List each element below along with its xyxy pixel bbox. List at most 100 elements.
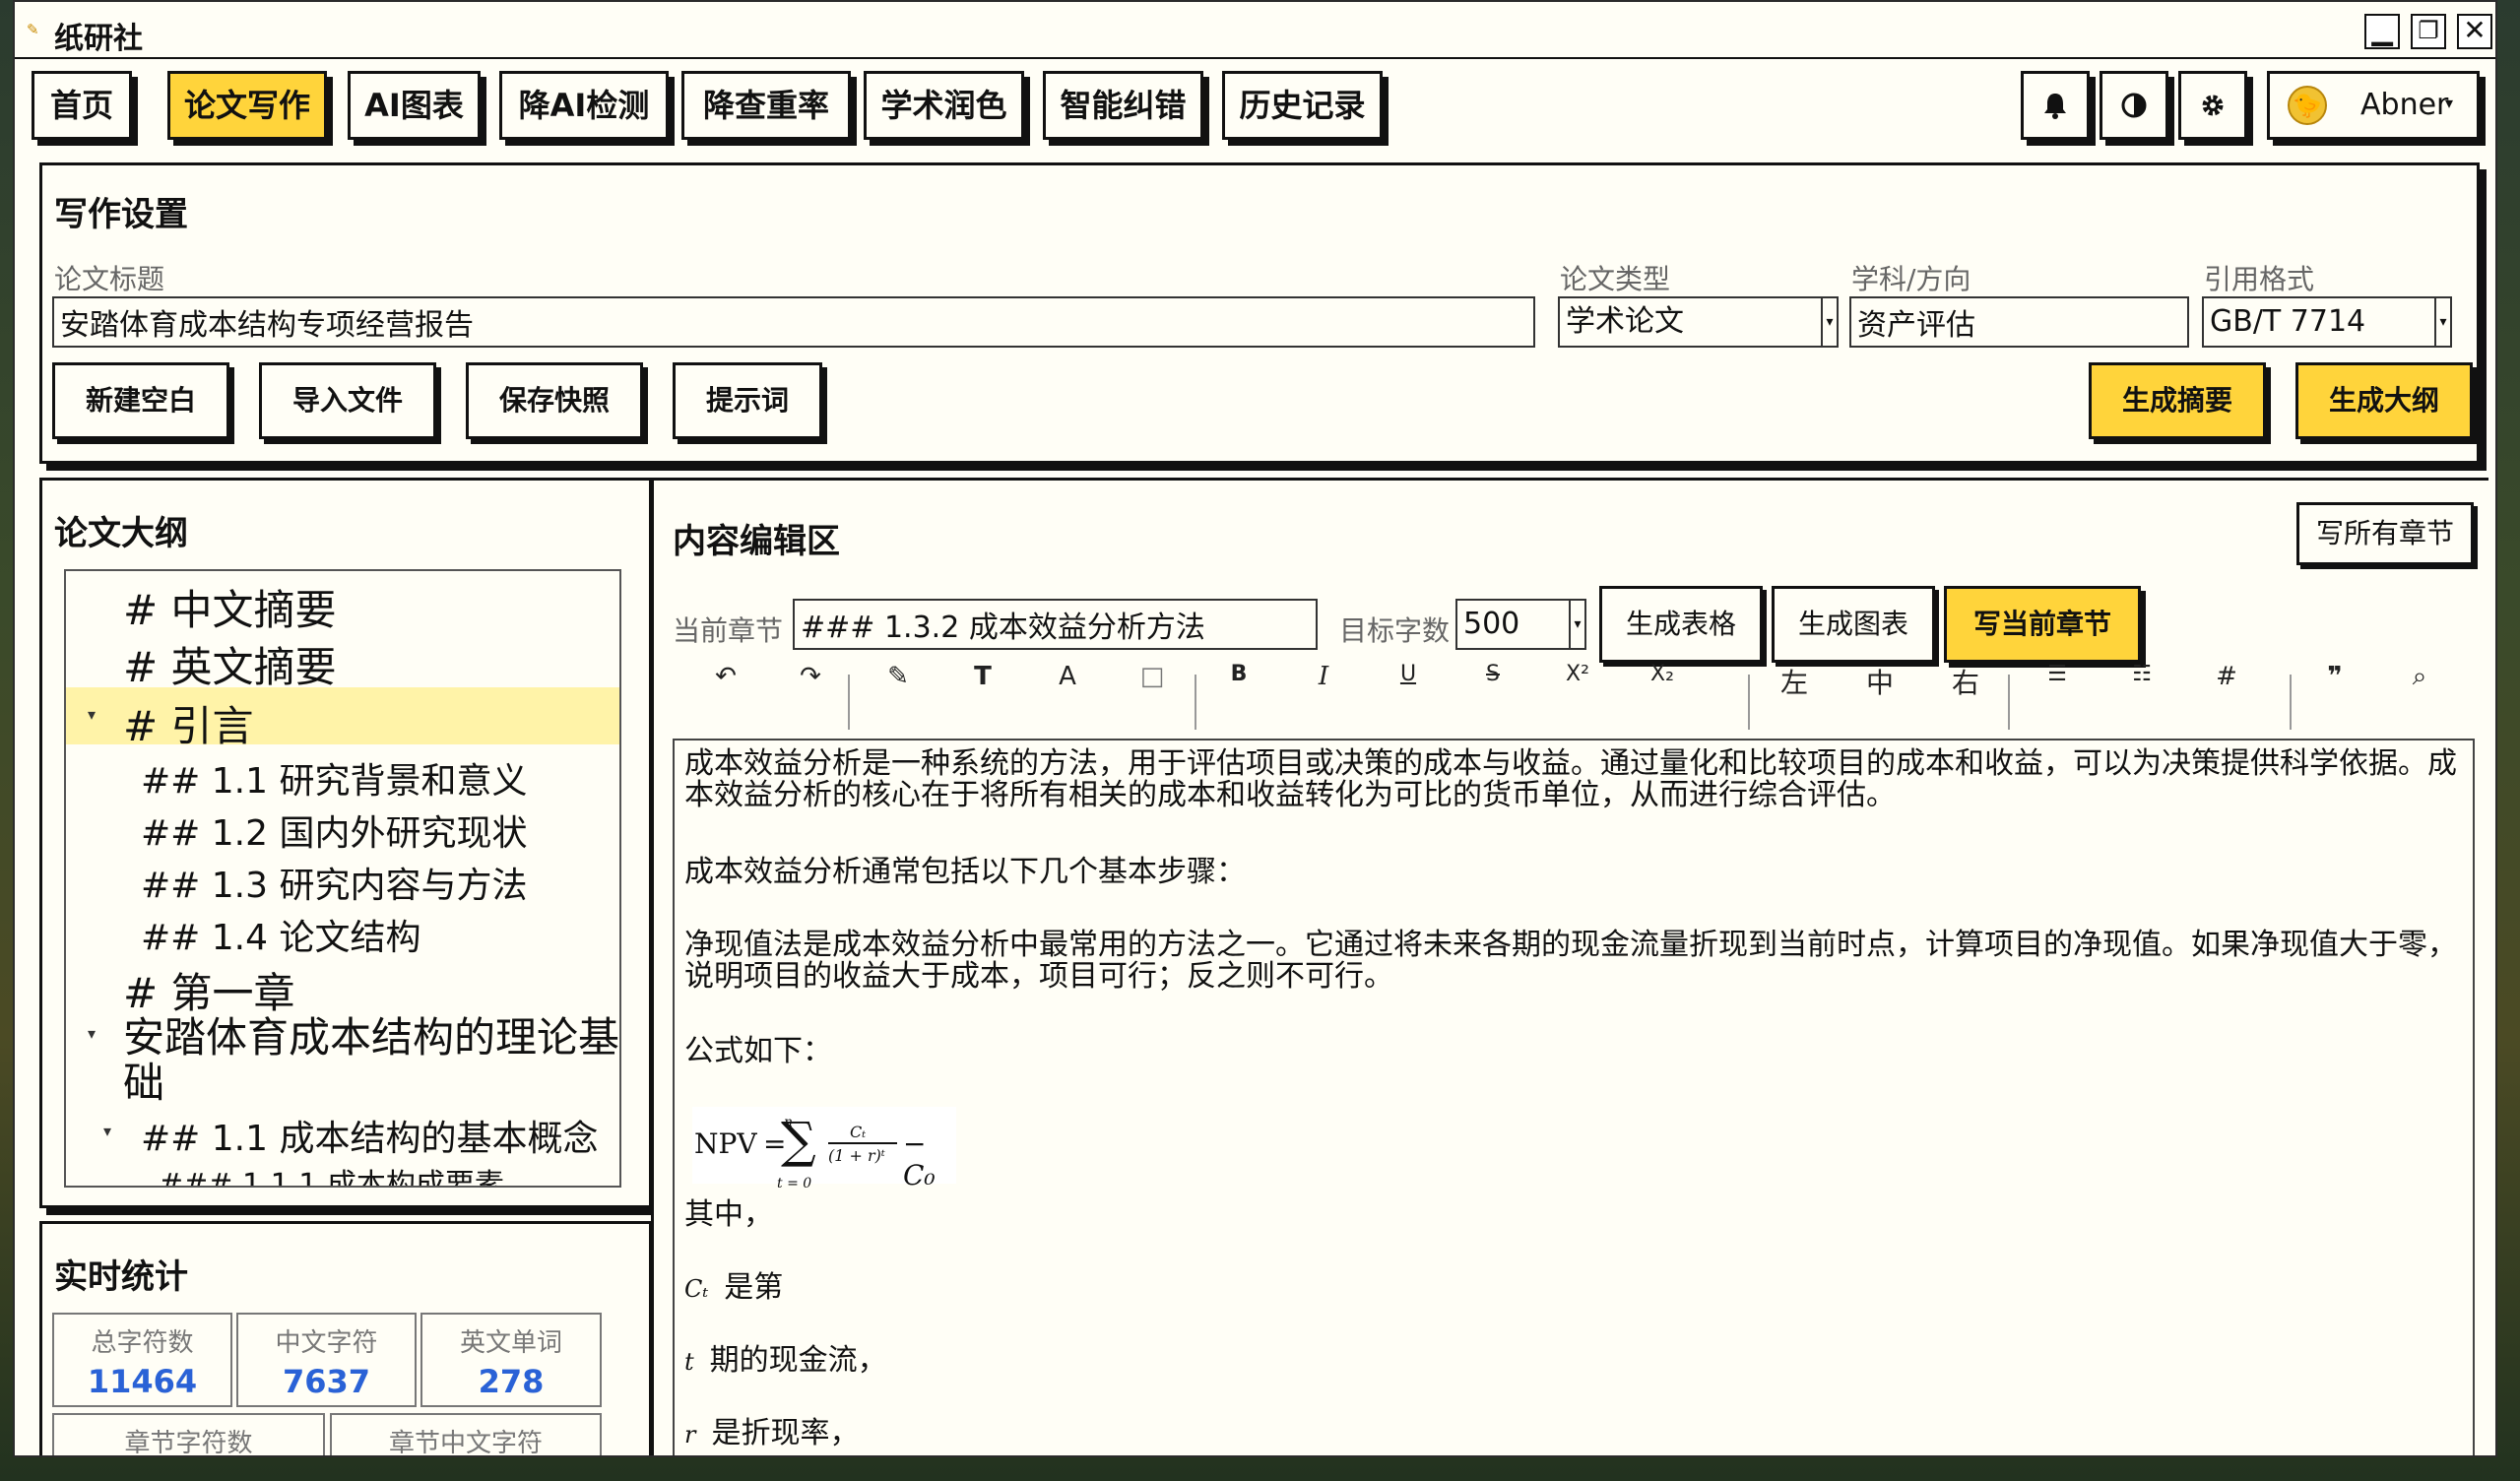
paper-type-label: 论文类型 bbox=[1560, 263, 1671, 295]
text-style-button[interactable]: T bbox=[958, 662, 1007, 691]
bold-button[interactable]: B bbox=[1214, 662, 1263, 686]
total-chars-stat: 总字符数 11464 bbox=[52, 1313, 232, 1407]
outline-item[interactable]: ## 1.4 论文结构 bbox=[66, 905, 619, 958]
minimize-button[interactable]: ▁ bbox=[2364, 14, 2400, 49]
restore-button[interactable]: ❐ bbox=[2411, 14, 2446, 49]
write-all-sections-button[interactable]: 写所有章节 bbox=[2296, 502, 2474, 565]
theme-toggle-button[interactable] bbox=[2100, 71, 2168, 140]
nav-history[interactable]: 历史记录 bbox=[1222, 71, 1383, 140]
target-words-select[interactable]: 500 ▾ bbox=[1455, 599, 1586, 650]
generate-chart-button[interactable]: 生成图表 bbox=[1772, 586, 1935, 663]
redo-button[interactable]: ↷ bbox=[786, 662, 835, 691]
outline-item[interactable]: ### 1.1.1 成本构成要素 bbox=[66, 1158, 619, 1186]
chevron-down-icon: ▾ bbox=[2434, 298, 2450, 346]
generate-abstract-button[interactable]: 生成摘要 bbox=[2089, 362, 2266, 439]
chevron-down-icon: ▾ bbox=[88, 705, 97, 724]
gear-icon bbox=[2202, 95, 2224, 116]
cn-chars-value: 7637 bbox=[282, 1363, 371, 1400]
nav-home[interactable]: 首页 bbox=[32, 71, 132, 140]
generate-outline-button[interactable]: 生成大纲 bbox=[2295, 362, 2473, 439]
formula-sum-symbol: ∑ bbox=[781, 1112, 816, 1169]
outline-item[interactable]: # 中文摘要 bbox=[66, 575, 619, 634]
chevron-down-icon: ▾ bbox=[1569, 601, 1584, 648]
font-color-button[interactable]: A bbox=[1043, 662, 1092, 691]
paragraph: t 期的现金流， bbox=[684, 1345, 2461, 1378]
outline-item[interactable]: # 第一章 bbox=[66, 958, 619, 1017]
strikethrough-button[interactable]: S bbox=[1468, 662, 1518, 686]
align-center-button[interactable]: 中 bbox=[1855, 662, 1905, 701]
en-words-label: 英文单词 bbox=[459, 1328, 562, 1358]
import-file-button[interactable]: 导入文件 bbox=[259, 362, 436, 439]
outline-item[interactable]: # 英文摘要 bbox=[66, 632, 619, 691]
paper-title-value[interactable] bbox=[60, 298, 1533, 346]
notifications-button[interactable] bbox=[2021, 71, 2090, 140]
write-current-section-button[interactable]: 写当前章节 bbox=[1944, 586, 2141, 663]
user-menu[interactable]: 🐤 Abner ▾ bbox=[2267, 71, 2480, 140]
paper-type-select[interactable]: 学术论文 ▾ bbox=[1558, 296, 1839, 348]
italic-button[interactable]: I bbox=[1299, 662, 1348, 691]
highlight-button[interactable]: □ bbox=[1128, 662, 1177, 691]
chevron-down-icon: ▾ bbox=[103, 1122, 112, 1140]
close-button[interactable]: ✕ bbox=[2457, 14, 2492, 49]
paragraph: 成本效益分析通常包括以下几个基本步骤： bbox=[684, 855, 1246, 889]
outline-item[interactable]: ## 1.2 国内外研究现状 bbox=[66, 801, 619, 854]
search-button[interactable]: ⌕ bbox=[2395, 662, 2444, 692]
outline-item-label: ## 1.2 国内外研究现状 bbox=[141, 813, 528, 854]
settings-button[interactable] bbox=[2178, 71, 2247, 140]
outline-item-label: ## 1.4 论文结构 bbox=[141, 918, 421, 958]
outline-item-label: # 英文摘要 bbox=[123, 643, 337, 691]
content-editor[interactable]: 成本效益分析是一种系统的方法，用于评估项目或决策的成本与收益。通过量化和比较项目… bbox=[673, 739, 2475, 1455]
formula-lhs: NPV bbox=[694, 1127, 757, 1160]
generate-table-button[interactable]: 生成表格 bbox=[1599, 586, 1763, 663]
outline-item[interactable]: ## 1.1 研究背景和意义 bbox=[66, 748, 619, 802]
outline-tree[interactable]: # 中文摘要 # 英文摘要 ▾ # 引言 ## 1.1 研究背景和意义 ## 1… bbox=[64, 569, 621, 1188]
toolbar-divider bbox=[2290, 675, 2292, 730]
current-section-input[interactable] bbox=[793, 599, 1318, 650]
symbol-description: 是折现率， bbox=[711, 1416, 860, 1450]
format-brush-button[interactable]: ✎ bbox=[873, 662, 923, 691]
discipline-label: 学科/方向 bbox=[1851, 263, 1971, 295]
ordered-list-button[interactable]: ☰ bbox=[2033, 662, 2082, 686]
bullet-list-button[interactable]: ☷ bbox=[2117, 662, 2166, 686]
nav-paper-writing[interactable]: 论文写作 bbox=[167, 71, 327, 140]
subscript-button[interactable]: X₂ bbox=[1638, 662, 1687, 686]
app-logo-icon: ✎ bbox=[27, 21, 39, 38]
citation-select[interactable]: GB/T 7714 ▾ bbox=[2202, 296, 2452, 348]
discipline-value[interactable] bbox=[1857, 298, 2187, 346]
editor-title: 内容编辑区 bbox=[673, 522, 840, 561]
npv-formula: NPV = n ∑ t = 0 Cₜ (1 + r)ᵗ − C₀ bbox=[692, 1107, 956, 1191]
underline-button[interactable]: U bbox=[1384, 662, 1433, 686]
cn-chars-stat: 中文字符 7637 bbox=[236, 1313, 417, 1407]
paragraph: 成本效益分析是一种系统的方法，用于评估项目或决策的成本与收益。通过量化和比较项目… bbox=[684, 746, 2457, 812]
heading-button[interactable]: # bbox=[2202, 662, 2251, 691]
nav-smart-correct[interactable]: 智能纠错 bbox=[1043, 71, 1203, 140]
align-right-button[interactable]: 右 bbox=[1941, 662, 1990, 701]
app-title: 纸研社 bbox=[54, 22, 143, 56]
quote-button[interactable]: ❞ bbox=[2310, 662, 2359, 691]
writing-settings-panel: 写作设置 论文标题 论文类型 学术论文 ▾ 学科/方向 引用格式 GB/T 77… bbox=[39, 162, 2480, 464]
paper-title-input[interactable] bbox=[52, 296, 1535, 348]
save-snapshot-button[interactable]: 保存快照 bbox=[466, 362, 643, 439]
outline-item[interactable]: ▾ ## 1.1 成本结构的基本概念 bbox=[66, 1108, 619, 1159]
current-section-value[interactable] bbox=[801, 601, 1316, 648]
new-blank-button[interactable]: 新建空白 bbox=[52, 362, 229, 439]
nav-reduce-ai[interactable]: 降AI检测 bbox=[499, 71, 669, 140]
formula-fraction-bar bbox=[828, 1142, 897, 1144]
nav-ai-chart[interactable]: AI图表 bbox=[348, 71, 481, 140]
target-words-value: 500 bbox=[1463, 607, 1520, 641]
toolbar-divider bbox=[1195, 675, 1196, 730]
outline-item[interactable]: ▾ 安踏体育成本结构的理论基 础 bbox=[66, 1004, 619, 1107]
paragraph: 净现值法是成本效益分析中最常用的方法之一。它通过将未来各期的现金流量折现到当前时… bbox=[684, 928, 2457, 994]
paper-title-label: 论文标题 bbox=[54, 263, 165, 295]
total-chars-value: 11464 bbox=[87, 1363, 198, 1400]
outline-item-selected[interactable]: ▾ # 引言 bbox=[66, 687, 619, 750]
prompt-button[interactable]: 提示词 bbox=[673, 362, 822, 439]
undo-button[interactable]: ↶ bbox=[701, 662, 750, 691]
superscript-button[interactable]: X² bbox=[1553, 662, 1602, 686]
align-left-button[interactable]: 左 bbox=[1770, 662, 1819, 701]
discipline-input[interactable] bbox=[1849, 296, 2189, 348]
nav-academic-polish[interactable]: 学术润色 bbox=[864, 71, 1024, 140]
outline-item[interactable]: ## 1.3 研究内容与方法 bbox=[66, 853, 619, 906]
nav-reduce-duplicate[interactable]: 降查重率 bbox=[681, 71, 851, 140]
paragraph: 其中， bbox=[684, 1197, 773, 1232]
